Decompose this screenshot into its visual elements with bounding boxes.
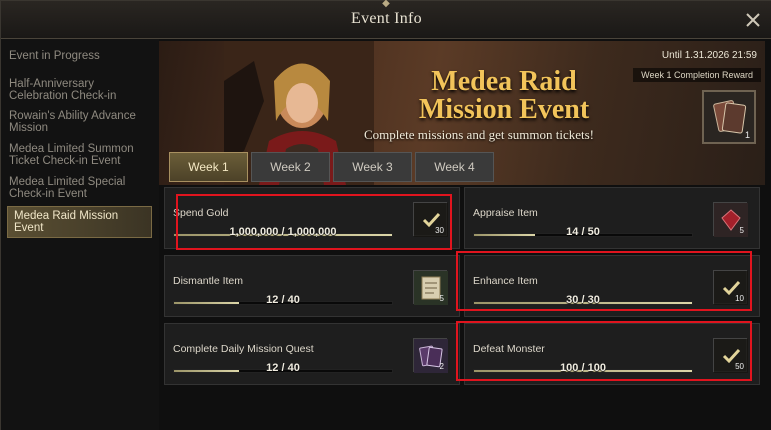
mission-card-appraise-item[interactable]: Appraise Item 14 / 50 5 <box>464 187 760 249</box>
event-deadline: Until 1.31.2026 21:59 <box>661 50 757 61</box>
reward-count: 5 <box>439 294 444 303</box>
event-sidebar: Event in Progress Half-Anniversary Celeb… <box>1 39 159 430</box>
progress-text: 14 / 50 <box>566 226 600 238</box>
reward-slot[interactable]: 10 <box>713 270 748 305</box>
reward-count: 10 <box>735 294 744 303</box>
sidebar-item-medea-summon-ticket[interactable]: Medea Limited Summon Ticket Check-in Eve… <box>9 143 151 167</box>
reward-slot[interactable]: 50 <box>713 338 748 373</box>
banner-title-line2: Mission Event <box>418 94 590 125</box>
mission-name: Enhance Item <box>473 275 538 287</box>
mission-name: Spend Gold <box>173 207 229 219</box>
progress-text: 30 / 30 <box>566 294 600 306</box>
reward-count: 50 <box>735 362 744 371</box>
reward-slot[interactable]: 30 <box>413 202 448 237</box>
reward-slot[interactable]: 5 <box>713 202 748 237</box>
sidebar-item-event-in-progress[interactable]: Event in Progress <box>9 50 151 62</box>
title-ornament-icon: ◆ <box>382 0 390 9</box>
mission-card-dismantle-item[interactable]: Dismantle Item 12 / 40 5 <box>164 255 460 317</box>
mission-name: Dismantle Item <box>173 275 244 287</box>
progress-text: 12 / 40 <box>266 362 300 374</box>
progress-text: 100 / 100 <box>560 362 606 374</box>
sidebar-item-label: Medea Raid Mission Event <box>14 210 119 234</box>
reward-slot[interactable]: 5 <box>413 270 448 305</box>
sidebar-item-medea-raid-mission[interactable]: Medea Raid Mission Event <box>7 206 152 238</box>
close-button[interactable] <box>742 9 764 31</box>
mission-card-defeat-monster[interactable]: Defeat Monster 100 / 100 50 <box>464 323 760 385</box>
reward-count: 5 <box>739 226 744 235</box>
sidebar-item-medea-special-checkin[interactable]: Medea Limited Special Check-in Event <box>9 176 151 200</box>
close-icon <box>746 13 760 27</box>
tab-week-2[interactable]: Week 2 <box>251 152 330 182</box>
reward-count: 1 <box>744 130 750 140</box>
banner-subtitle: Complete missions and get summon tickets… <box>363 127 594 142</box>
sidebar-item-label: Half-Anniversary Celebration Check-in <box>9 78 117 102</box>
progress-text: 12 / 40 <box>266 294 300 306</box>
title-bar: ◆ Event Info <box>1 0 771 39</box>
main-content: Medea Raid Mission Event Complete missio… <box>159 39 771 430</box>
tab-week-3[interactable]: Week 3 <box>333 152 412 182</box>
reward-count: 2 <box>439 362 444 371</box>
mission-name: Appraise Item <box>473 207 538 219</box>
sidebar-item-label: Event in Progress <box>9 50 100 62</box>
week-completion-reward-label: Week 1 Completion Reward <box>633 68 761 82</box>
mission-card-spend-gold[interactable]: Spend Gold 1,000,000 / 1,000,000 30 <box>164 187 460 249</box>
event-info-window: ◆ Event Info Event in Progress Half-Anni… <box>0 0 771 430</box>
tab-week-1[interactable]: Week 1 <box>169 152 248 182</box>
sidebar-item-label: Rowain's Ability Advance Mission <box>9 110 136 134</box>
window-title: Event Info <box>351 10 422 27</box>
reward-count: 30 <box>435 226 444 235</box>
progress-text: 1,000,000 / 1,000,000 <box>229 226 337 238</box>
tab-week-4[interactable]: Week 4 <box>415 152 494 182</box>
sidebar-item-label: Medea Limited Special Check-in Event <box>9 176 126 200</box>
mission-name: Complete Daily Mission Quest <box>173 343 314 355</box>
week-completion-reward[interactable]: 1 <box>702 90 756 144</box>
sidebar-item-half-anniversary[interactable]: Half-Anniversary Celebration Check-in <box>9 78 151 102</box>
mission-card-daily-mission-quest[interactable]: Complete Daily Mission Quest 12 / 40 2 <box>164 323 460 385</box>
sidebar-item-rowain-mission[interactable]: Rowain's Ability Advance Mission <box>9 110 151 134</box>
mission-card-enhance-item[interactable]: Enhance Item 30 / 30 10 <box>464 255 760 317</box>
reward-slot[interactable]: 2 <box>413 338 448 373</box>
mission-name: Defeat Monster <box>473 343 545 355</box>
sidebar-item-label: Medea Limited Summon Ticket Check-in Eve… <box>9 143 134 167</box>
